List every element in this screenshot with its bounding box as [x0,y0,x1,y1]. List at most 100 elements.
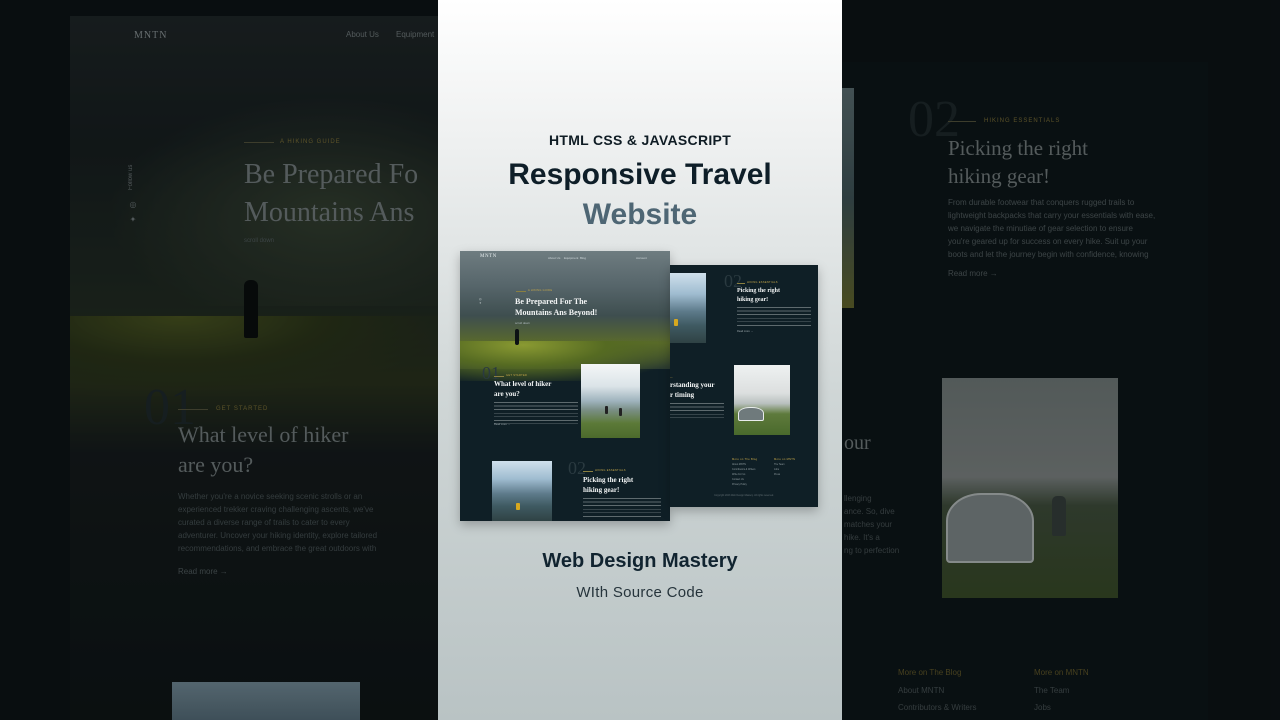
backdrop-right-partial-5: ng to perfection [844,546,900,555]
mockup-nav-blog: Blog [580,256,587,260]
backdrop-nav-about: About Us [346,30,379,39]
mockup-nav-about: About Us [548,256,561,260]
hiker-silhouette [244,280,258,338]
backdrop-section-body-4: adventurer. Uncover your hiking identity… [178,531,378,540]
mockup-b-footer-col1-link5: Privacy Policy [732,483,747,486]
hiker-yellow-jacket [674,319,678,326]
backdrop-right-body-4: you're geared up for success on every hi… [948,237,1148,246]
twitter-icon: ✦ [129,215,137,224]
mockup-eyebrow-line [516,291,526,292]
mockup-logo: MNTN [480,254,497,259]
mockup-valley-photo [581,364,640,438]
website-mockup-home: MNTN About Us Equipment Blog Account A H… [460,251,670,521]
backdrop-nav-equipment: Equipment [396,30,435,39]
backdrop-footer-col1-link1: About MNTN [898,686,945,695]
camper-figure [1052,496,1066,536]
backdrop-scroll-label: scroll down [244,238,275,244]
backdrop-section-eyebrow: GET STARTED [216,406,269,412]
backdrop-section-heading-2: are you? [178,452,254,477]
mockup-b-heading-1: Picking the right [737,288,780,294]
mockup-b-footer-col1-link4: Contact Us [732,478,744,481]
backdrop-footer-col1-link2: Contributors & Writers [898,703,977,712]
mockup-b-footer-col2-link3: Press [774,473,781,476]
mockup-s1-heading-2: are you? [494,390,520,398]
mockup-s1-body [494,402,578,424]
mockup-b-mountain-photo [670,273,706,343]
backdrop-eyebrow-line [244,142,274,143]
mockup-b-s3-body [670,403,724,419]
website-mockup-sections: 02 HIKING ESSENTIALS Picking the right h… [670,265,818,507]
backdrop-right-photo-edge [842,88,854,308]
mockup-b-footer-col2-title: More on MNTN [774,458,796,461]
mockup-hero-eyebrow: A HIKING GUIDE [528,289,553,292]
mockup-account: Account [636,256,647,260]
backdrop-section-body-1: Whether you're a novice seeking scenic s… [178,492,363,501]
tent-shape [946,493,1034,563]
backdrop-follow-label: Follow us [128,164,134,190]
mockup-s2-eyebrow: HIKING ESSENTIALS [595,469,626,472]
mockup-s1-eyebrow: GET STARTED [506,374,528,377]
backdrop-right-heading-1: Picking the right [948,136,1088,160]
mockup-s2-body [583,498,661,518]
mockup-s1-heading-1: What level of hiker [494,380,552,388]
mockup-social-icons: ◎ ✦ [479,297,482,305]
backdrop-logo: MNTN [134,30,168,41]
backdrop-footer-col2-link1: The Team [1034,686,1070,695]
backdrop-hero-heading-2: Mountains Ans [244,197,415,228]
mockup-scroll: scroll down [515,321,531,325]
mockup-mountain-photo [492,461,552,521]
mockup-b-footer-col1-link2: Contributors & Writers [732,468,756,471]
backdrop-footer-col1-title: More on The Blog [898,668,962,677]
mockup-hero-title-2: Mountains Ans Beyond! [515,308,598,317]
mockup-nav-equipment: Equipment [564,256,579,260]
backdrop-right-heading-2: hiking gear! [948,164,1051,188]
hiker-figure [605,406,608,414]
backdrop-section-heading-1: What level of hiker [178,422,349,447]
backdrop-bottom-photo [172,682,360,720]
backdrop-right-body-3: we navigate the minutiae of gear selecti… [948,224,1134,233]
mockup-b-s3-eyebrow-line: — [670,376,673,379]
backdrop-footer-col2-title: More on MNTN [1034,668,1089,677]
backdrop-read-more: Read more → [178,567,228,576]
mockup-hero-hiker [515,329,519,345]
backdrop-right-read-more: Read more → [948,269,998,278]
mockup-b-read-more: Read more → [737,330,754,333]
backdrop-right-body-5: boots and let the journey begin with con… [948,250,1149,259]
mockup-b-footer-col2-link2: Jobs [774,468,780,471]
mockup-b-s3-heading-1: rstanding your [670,381,715,389]
mockup-b-line [737,283,745,284]
card-footer-title: Web Design Mastery [542,550,738,572]
card-title-line2: Website [582,198,698,231]
card-kicker: HTML CSS & JAVASCRIPT [548,132,732,148]
backdrop-right-partial-2: ance. So, dive [844,507,895,516]
mockup-b-s3-heading-2: r timing [670,391,695,399]
mockup-s2-line [583,471,593,472]
mockup-b-footer-col1-title: More on The Blog [732,458,758,461]
hiker-yellow-jacket [516,503,520,510]
card-footer-subtitle: WIth Source Code [576,584,704,601]
backdrop-right-eyebrow-line [948,121,976,122]
tent-shape [738,407,764,421]
mockup-b-footer-col2-link1: The Team [774,463,785,466]
backdrop-footer-col2-link2: Jobs [1034,703,1051,712]
thumbnail-card: HTML CSS & JAVASCRIPT Responsive Travel … [438,0,842,720]
mockup-s1-line [494,376,504,377]
backdrop-right-partial-3: matches your [844,520,893,529]
backdrop-right-body-2: lightweight backpacks that carry your es… [948,211,1156,220]
backdrop-hero-heading-1: Be Prepared Fo [244,159,419,190]
card-title-line1: Responsive Travel [508,158,772,191]
mockup-b-eyebrow: HIKING ESSENTIALS [747,281,778,284]
mockup-s2-heading-1: Picking the right [583,476,634,484]
backdrop-camp-photo [942,378,1118,598]
backdrop-right-eyebrow: HIKING ESSENTIALS [984,118,1061,124]
mockup-s2-heading-2: hiking gear! [583,486,620,494]
hiker-figure [619,408,622,416]
backdrop-section-body-2: experienced trekker craving challenging … [178,505,374,514]
mockup-s1-read-more: Read more → [494,423,511,426]
mockup-b-heading-2: hiking gear! [737,297,769,303]
mockup-b-body [737,307,811,327]
backdrop-eyebrow: A HIKING GUIDE [280,139,341,145]
backdrop-left-hero [70,16,438,720]
mockup-b-footer-col1-link3: Write For Us [732,473,746,476]
mockup-b-footer-col1-link1: About MNTN [732,463,746,466]
